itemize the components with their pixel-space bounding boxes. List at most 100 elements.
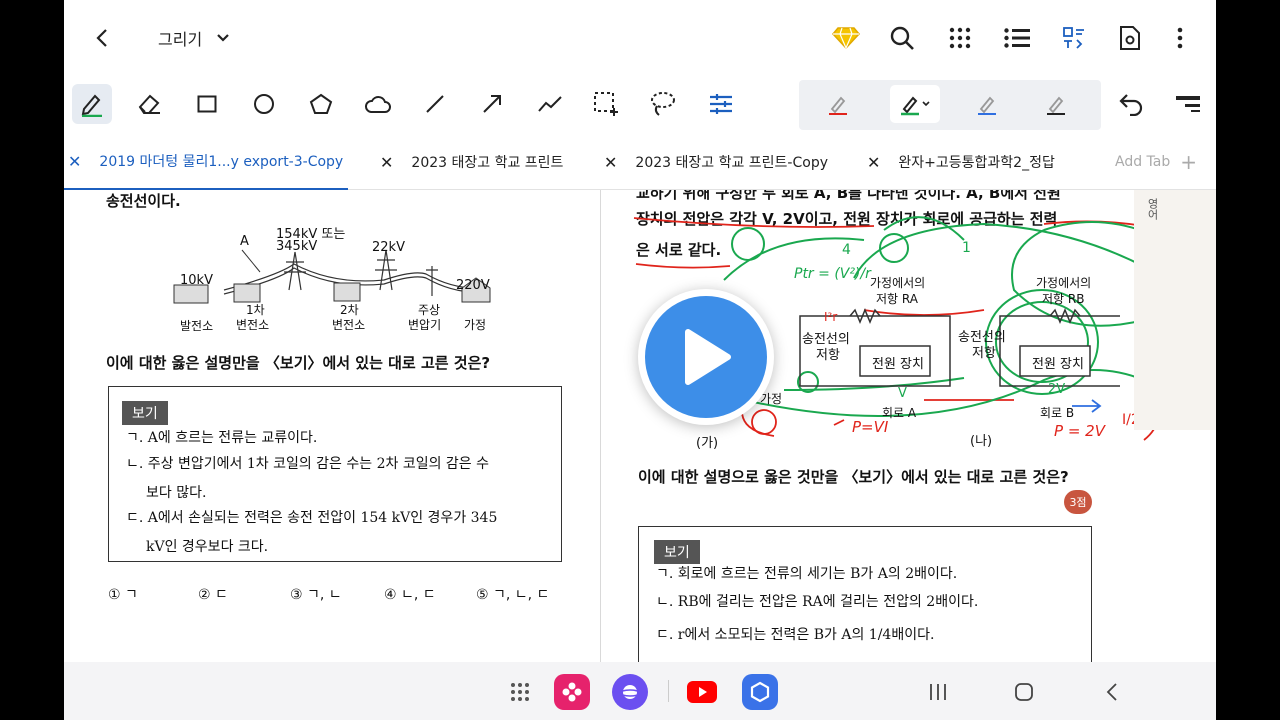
tab-doc-4[interactable]: ✕ 완자+고등통합과학2_정답 <box>867 134 1055 190</box>
tool-settings[interactable] <box>701 84 741 124</box>
recent-apps-button[interactable] <box>920 674 956 710</box>
eraser-icon <box>138 94 160 114</box>
play-icon <box>685 329 731 385</box>
left-top-text: 송전선이다. <box>106 192 181 210</box>
label-pole-b: 변압기 <box>408 318 442 332</box>
choice-5[interactable]: ⑤ ㄱ, ㄴ, ㄷ <box>476 584 549 604</box>
circle-tool[interactable] <box>244 84 284 124</box>
mode-dropdown[interactable]: 그리기 <box>158 26 230 50</box>
search-button[interactable] <box>886 22 918 54</box>
label-345kv: 345kV <box>276 239 318 254</box>
undo-button[interactable] <box>1112 84 1152 124</box>
tab-doc-2[interactable]: ✕ 2023 태장고 학교 프린트 <box>380 134 563 190</box>
label-plant: 발전소 <box>180 319 214 333</box>
pen-preset-green[interactable] <box>890 85 940 123</box>
home-button[interactable] <box>1006 674 1042 710</box>
add-tab-button[interactable]: Add Tab + <box>1115 134 1197 190</box>
label-sub1-b: 변전소 <box>236 318 270 332</box>
choice-1[interactable]: ① ㄱ <box>108 584 138 604</box>
right-item-1: ㄱ. 회로에 흐르는 전류의 세기는 B가 A의 2배이다. <box>656 566 958 582</box>
circuit-b-label: 회로 B <box>1040 406 1075 420</box>
tab-bar: ✕ 2019 마더텅 물리1...y export-3-Copy ✕ 2023 … <box>64 134 1216 190</box>
hw-2v: 2V <box>1048 382 1066 397</box>
hw-one: 1 <box>962 240 971 256</box>
text-convert-icon <box>1063 27 1084 49</box>
close-tab-icon[interactable]: ✕ <box>604 153 617 172</box>
close-tab-icon[interactable]: ✕ <box>380 153 393 172</box>
arrow-tool[interactable] <box>472 84 512 124</box>
stroke-width-button[interactable] <box>1168 84 1208 124</box>
apps-drawer-button[interactable] <box>502 674 538 710</box>
close-tab-icon[interactable]: ✕ <box>68 152 81 171</box>
pen-preset-blue[interactable] <box>962 85 1012 123</box>
line-tool[interactable] <box>415 84 455 124</box>
choice-3[interactable]: ③ ㄱ, ㄴ <box>290 584 342 604</box>
blossom-app-icon[interactable] <box>554 674 590 710</box>
internet-app-icon[interactable] <box>612 674 648 710</box>
left-item-3b: kV인 경우보다 크다. <box>146 539 269 555</box>
notes-app-icon[interactable] <box>742 674 778 710</box>
page-settings-button[interactable] <box>1114 22 1146 54</box>
cloud-tool[interactable] <box>358 84 398 124</box>
selection-tool[interactable] <box>586 84 626 124</box>
points-badge: 3점 <box>1064 490 1092 514</box>
convert-button[interactable] <box>1058 22 1090 54</box>
sliders-icon <box>710 94 732 114</box>
eraser-tool[interactable] <box>129 84 169 124</box>
more-menu-button[interactable] <box>1166 22 1194 54</box>
lasso-tool[interactable] <box>643 84 683 124</box>
res-home-b-label-2: 저항 RB <box>1042 292 1085 306</box>
choice-4[interactable]: ④ ㄴ, ㄷ <box>384 584 436 604</box>
power-supply-b: 전원 장치 <box>1032 357 1084 372</box>
pen-preset-red[interactable] <box>813 85 863 123</box>
tab-label: 완자+고등통합과학2_정답 <box>898 155 1055 171</box>
tab-label: 2023 태장고 학교 프린트-Copy <box>635 155 828 171</box>
left-item-3: ㄷ. A에서 손실되는 전력은 송전 전압이 154 kV인 경우가 345 <box>126 510 498 526</box>
grid-view-button[interactable] <box>944 22 976 54</box>
document-canvas[interactable]: 송전선이다. A 154kV 또는 345kV 22kV 10kV 220V 발… <box>64 190 1216 662</box>
system-nav-bar <box>64 662 1216 720</box>
hexagon-icon <box>750 681 770 703</box>
list-view-button[interactable] <box>1001 22 1033 54</box>
tab-doc-3[interactable]: ✕ 2023 태장고 학교 프린트-Copy <box>604 134 828 190</box>
choice-2[interactable]: ② ㄷ <box>198 584 228 604</box>
list-icon <box>1004 28 1030 48</box>
add-tab-label: Add Tab <box>1115 154 1171 170</box>
left-bogi-label: 보기 <box>122 401 168 425</box>
youtube-app-icon[interactable] <box>684 674 720 710</box>
nav-divider <box>668 680 669 702</box>
fig-na-label: (나) <box>970 434 993 449</box>
flower-icon <box>562 682 582 702</box>
system-back-button[interactable] <box>1094 674 1130 710</box>
play-video-button[interactable] <box>638 289 774 425</box>
pentagon-tool[interactable] <box>301 84 341 124</box>
tab-label: 2023 태장고 학교 프린트 <box>411 155 564 171</box>
hw-ptr: Ptr = (V²)/r <box>794 266 871 282</box>
pen-icon <box>81 94 102 117</box>
res-home-a-label-2: 저항 RA <box>876 292 918 306</box>
label-home: 가정 <box>464 318 487 332</box>
plus-icon: + <box>1180 150 1198 174</box>
res-home-a-label: 가정에서의 <box>870 276 926 290</box>
pen-tool[interactable] <box>72 84 112 124</box>
circle-icon <box>254 94 274 114</box>
tab-doc-1[interactable]: ✕ 2019 마더텅 물리1...y export-3-Copy <box>64 134 348 190</box>
rectangle-icon <box>197 95 217 113</box>
undo-icon <box>1119 94 1143 116</box>
close-tab-icon[interactable]: ✕ <box>867 153 880 172</box>
polyline-tool[interactable] <box>530 84 570 124</box>
back-button[interactable] <box>86 22 118 54</box>
note-app: 그리기 ✕ 2019 마더텅 물리1...y export-3-Copy ✕ 2… <box>64 0 1216 720</box>
chevron-down-icon <box>217 34 229 42</box>
drawing-toolbar <box>64 76 1216 134</box>
left-question: 이에 대한 옳은 설명만을 〈보기〉에서 있는 대로 고른 것은? <box>106 354 491 372</box>
pen-preset-black[interactable] <box>1031 85 1081 123</box>
label-a: A <box>240 234 249 249</box>
search-icon <box>890 26 914 50</box>
arrow-icon <box>483 95 501 113</box>
youtube-icon <box>687 681 717 703</box>
home-square-icon <box>1015 683 1033 701</box>
premium-diamond-button[interactable] <box>830 22 862 54</box>
rectangle-tool[interactable] <box>187 84 227 124</box>
label-sub2-b: 변전소 <box>332 318 366 332</box>
